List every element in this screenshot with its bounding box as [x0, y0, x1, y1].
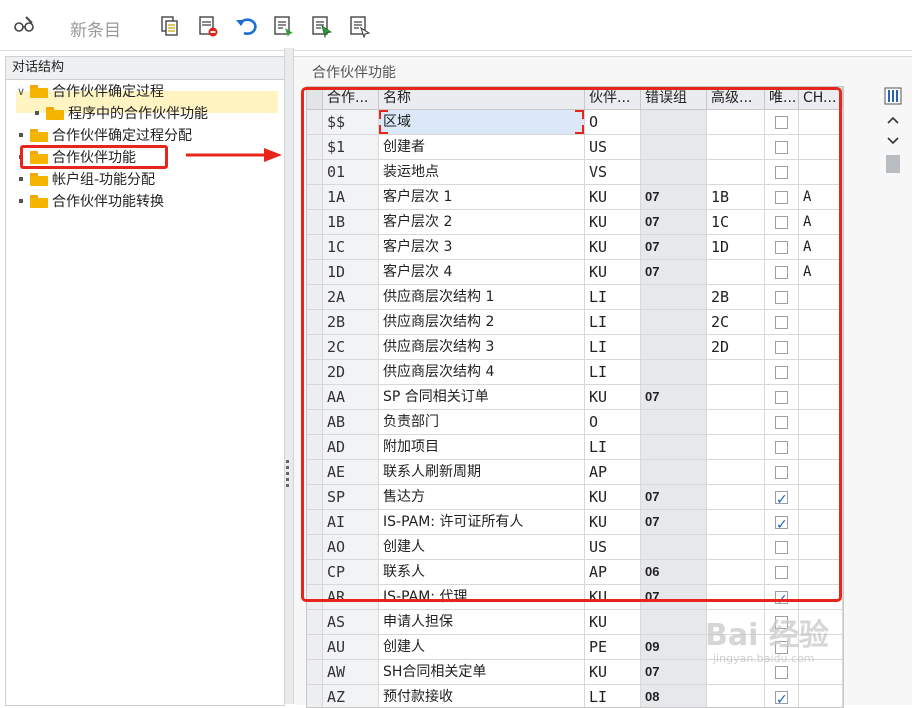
new-entries-button[interactable]: 新条目: [70, 14, 121, 42]
select-block-icon[interactable]: [310, 12, 334, 40]
deselect-all-icon[interactable]: [348, 12, 372, 40]
copy-icon[interactable]: [158, 12, 182, 40]
splitter-grip-icon[interactable]: [286, 460, 289, 490]
cell-partner-function: AU: [323, 635, 379, 659]
expand-chevron-icon[interactable]: ∨: [14, 85, 28, 98]
delete-icon[interactable]: [196, 12, 220, 40]
glasses-edit-icon[interactable]: [12, 12, 36, 40]
annotation-red-box-table: [301, 87, 842, 602]
tree-node-label: 合作伙伴确定过程分配: [52, 128, 192, 144]
watermark-url: jingyan.baidu.com: [713, 652, 815, 665]
cell-change: [799, 685, 843, 707]
tree-node-label: 帐户组-功能分配: [52, 172, 156, 188]
panel-splitter[interactable]: [284, 48, 294, 704]
cell-partner-function: AS: [323, 610, 379, 634]
scrollbar-thumb[interactable]: [886, 155, 900, 173]
tree-node-procedure-assignment[interactable]: 合作伙伴确定过程分配: [14, 124, 192, 146]
tree-node-label: 合作伙伴功能转换: [52, 194, 164, 210]
watermark-brand: Bai 经验: [705, 618, 829, 653]
column-settings-icon[interactable]: [883, 86, 903, 106]
folder-icon: [30, 194, 48, 208]
tree-node-partner-function-conversion[interactable]: 合作伙伴功能转换: [14, 190, 164, 212]
scroll-up-icon[interactable]: [883, 110, 903, 130]
bullet-icon: [14, 133, 28, 137]
cell-name[interactable]: 申请人担保: [379, 610, 585, 634]
table-row[interactable]: AZ 预付款接收 LI 08: [307, 685, 843, 707]
cell-name[interactable]: 预付款接收: [379, 685, 585, 707]
row-selector[interactable]: [307, 685, 323, 707]
unique-checkbox[interactable]: [775, 688, 788, 707]
tree-node-account-group-assignment[interactable]: 帐户组-功能分配: [14, 168, 155, 190]
unique-checkbox[interactable]: [775, 665, 788, 679]
folder-icon: [30, 84, 48, 98]
cell-partner-type: KU: [585, 610, 641, 634]
cell-partner-function: AW: [323, 660, 379, 684]
row-selector[interactable]: [307, 610, 323, 634]
cell-partner-type: PE: [585, 635, 641, 659]
folder-icon: [30, 128, 48, 142]
bullet-icon: [14, 177, 28, 181]
tree-node-label: 合作伙伴确定过程: [52, 84, 164, 100]
undo-icon[interactable]: [234, 12, 258, 40]
cell-error-group: [641, 610, 707, 634]
dialog-structure-title: 对话结构: [6, 57, 284, 80]
bullet-icon: [30, 111, 44, 115]
cell-higher-level: [707, 685, 765, 707]
cell-error-group: 07: [641, 660, 707, 684]
select-all-icon[interactable]: [272, 12, 296, 40]
cell-name[interactable]: SH合同相关定单: [379, 660, 585, 684]
tree-node-determination-procedure[interactable]: ∨ 合作伙伴确定过程: [14, 80, 164, 102]
baidu-watermark: Bai 经验 jingyan.baidu.com: [705, 610, 829, 665]
tree-node-label: 程序中的合作伙伴功能: [68, 106, 208, 122]
annotation-arrow-icon: [186, 148, 282, 162]
row-selector[interactable]: [307, 635, 323, 659]
cell-error-group: 09: [641, 635, 707, 659]
cell-unique[interactable]: [765, 685, 799, 707]
cell-name[interactable]: 创建人: [379, 635, 585, 659]
scroll-down-icon[interactable]: [883, 131, 903, 151]
bullet-icon: [14, 199, 28, 203]
cell-partner-type: KU: [585, 660, 641, 684]
cell-error-group: 08: [641, 685, 707, 707]
tree-node-partner-function-in-procedure[interactable]: 程序中的合作伙伴功能: [30, 102, 208, 124]
cell-partner-function: AZ: [323, 685, 379, 707]
panel-title: 合作伙伴功能: [312, 65, 396, 81]
cell-partner-type: LI: [585, 685, 641, 707]
annotation-red-box-tree: [20, 145, 168, 169]
folder-icon: [46, 106, 64, 120]
toolbar: 新条目: [0, 0, 912, 51]
row-selector[interactable]: [307, 660, 323, 684]
folder-icon: [30, 172, 48, 186]
